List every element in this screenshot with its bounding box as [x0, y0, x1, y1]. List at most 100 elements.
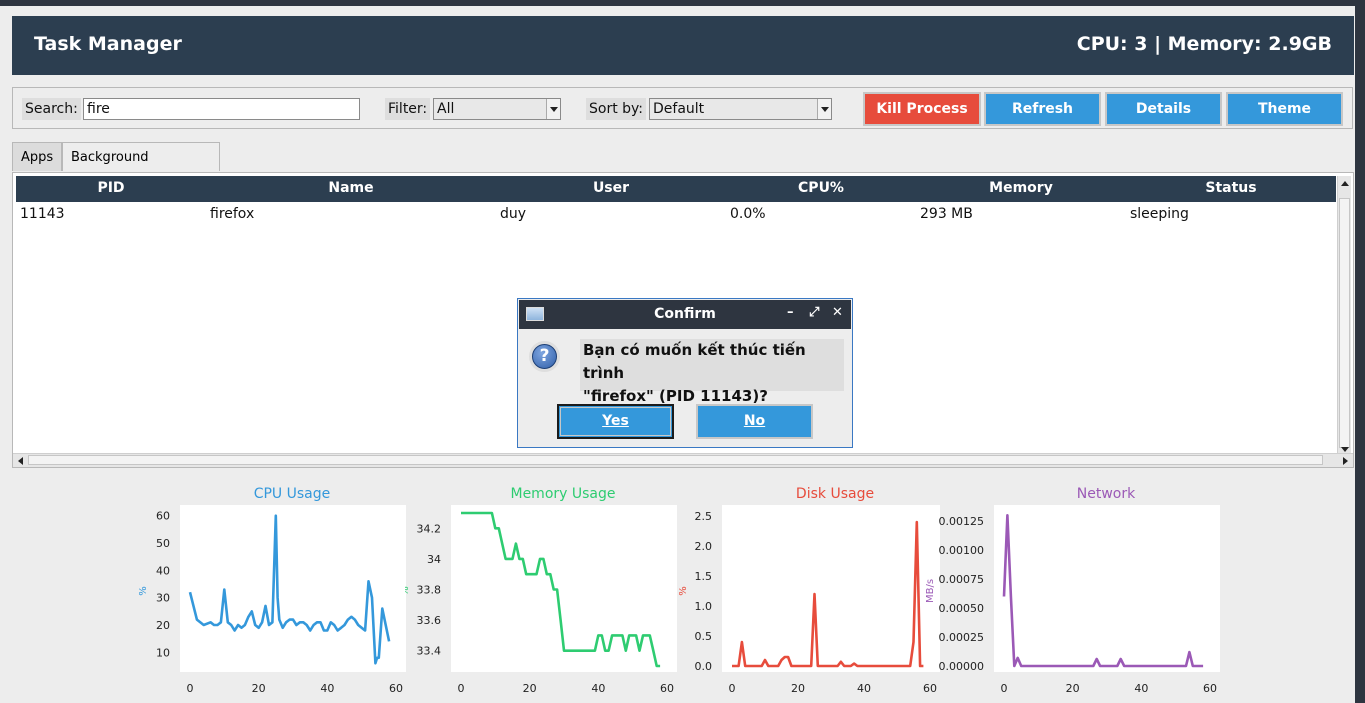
no-button[interactable]: No: [696, 404, 813, 439]
disk-chart: 0 20 40 600.00.51.01.52.02.5%: [678, 505, 940, 695]
memory-xtick-2: 40: [591, 682, 605, 695]
column-header-cpu[interactable]: CPU%: [726, 180, 916, 196]
cell-memory: 293 MB: [920, 206, 973, 222]
memory-ytick-4: 34.2: [417, 522, 442, 535]
minimize-icon[interactable]: –: [787, 305, 794, 320]
chevron-down-icon: [817, 99, 831, 119]
scroll-left-icon[interactable]: [15, 455, 27, 466]
disk-ytick-3: 1.5: [695, 570, 713, 583]
disk-plot-area: [722, 505, 940, 672]
memory-ylabel: %: [405, 586, 411, 596]
disk-xtick-0: 0: [729, 682, 736, 695]
disk-ytick-5: 2.5: [695, 510, 713, 523]
tab-apps[interactable]: Apps: [12, 142, 62, 171]
cpu-plot-area: [180, 505, 406, 672]
cell-cpu: 0.0%: [730, 206, 766, 222]
cpu-ylabel: %: [138, 586, 149, 596]
network-ylabel: MB/s: [925, 579, 936, 603]
task-manager-window: Task Manager CPU: 3 | Memory: 2.9GB Sear…: [0, 6, 1355, 703]
search-input[interactable]: fire: [83, 98, 360, 120]
cpu-xtick-0: 0: [187, 682, 194, 695]
memory-xtick-1: 20: [523, 682, 537, 695]
network-ytick-0: 0.00000: [939, 660, 985, 673]
scroll-up-icon[interactable]: [1339, 178, 1350, 190]
theme-button[interactable]: Theme: [1226, 92, 1343, 126]
table-header: PID Name User CPU% Memory Status: [16, 176, 1336, 202]
chevron-down-icon: [546, 99, 560, 119]
dialog-message-line1: Bạn có muốn kết thúc tiến trình: [583, 341, 806, 382]
cell-name: firefox: [210, 206, 255, 222]
search-label: Search:: [22, 98, 81, 120]
memory-chart: 0 20 40 60 33.4 33.6 33.8 34 34.2%: [405, 505, 677, 695]
sort-select[interactable]: Default: [649, 98, 832, 120]
cpu-ytick-3: 40: [156, 564, 170, 577]
filter-value: All: [437, 101, 455, 117]
cpu-ytick-0: 10: [156, 646, 170, 659]
column-header-status[interactable]: Status: [1126, 180, 1336, 196]
app-header: Task Manager CPU: 3 | Memory: 2.9GB: [12, 16, 1354, 75]
sort-value: Default: [653, 101, 705, 117]
network-plot-area: [994, 505, 1220, 672]
network-xtick-3: 60: [1203, 682, 1217, 695]
vertical-scrollbar[interactable]: [1337, 176, 1351, 458]
disk-xtick-1: 20: [791, 682, 805, 695]
network-ytick-3: 0.00075: [939, 573, 985, 586]
network-ytick-2: 0.00050: [939, 602, 985, 615]
dialog-titlebar[interactable]: Confirm – ⤢ ✕: [519, 300, 851, 329]
dialog-message: Bạn có muốn kết thúc tiến trình "firefox…: [580, 339, 844, 405]
horizontal-scrollbar[interactable]: [13, 453, 1353, 467]
column-header-name[interactable]: Name: [206, 180, 496, 196]
disk-ytick-4: 2.0: [695, 540, 713, 553]
disk-xtick-2: 40: [857, 682, 871, 695]
system-stats: CPU: 3 | Memory: 2.9GB: [1076, 33, 1332, 55]
network-xtick-1: 20: [1066, 682, 1080, 695]
yes-button[interactable]: Yes: [557, 404, 674, 439]
memory-xtick-3: 60: [660, 682, 674, 695]
confirm-dialog: Confirm – ⤢ ✕ ? Bạn có muốn kết thúc tiế…: [517, 298, 853, 448]
network-xtick-0: 0: [1001, 682, 1008, 695]
memory-ytick-0: 33.4: [417, 645, 442, 658]
network-chart: 0 20 40 60 0.00000 0.00025 0.00050 0.00075 0.001…: [925, 505, 1220, 695]
network-ytick-4: 0.00100: [939, 544, 985, 557]
cpu-xtick-1: 20: [252, 682, 266, 695]
network-xtick-2: 40: [1134, 682, 1148, 695]
details-button[interactable]: Details: [1105, 92, 1222, 126]
scroll-right-icon[interactable]: [1339, 455, 1351, 466]
disk-ylabel: %: [678, 586, 689, 596]
app-title: Task Manager: [34, 33, 182, 55]
filter-label: Filter:: [385, 98, 431, 120]
maximize-icon[interactable]: ⤢: [809, 305, 819, 320]
kill-process-button[interactable]: Kill Process: [863, 92, 981, 126]
cpu-ytick-4: 50: [156, 537, 170, 550]
filter-select[interactable]: All: [433, 98, 561, 120]
column-header-pid[interactable]: PID: [16, 180, 206, 196]
cell-status: sleeping: [1130, 206, 1189, 222]
network-ytick-5: 0.00125: [939, 515, 985, 528]
vertical-scroll-thumb[interactable]: [1339, 198, 1350, 448]
disk-ytick-0: 0.0: [695, 660, 713, 673]
column-header-memory[interactable]: Memory: [916, 180, 1126, 196]
cell-user: duy: [500, 206, 527, 222]
memory-ytick-1: 33.6: [417, 614, 442, 627]
question-icon: ?: [529, 341, 560, 372]
memory-xtick-0: 0: [458, 682, 465, 695]
cpu-xtick-2: 40: [320, 682, 334, 695]
cell-pid: 11143: [20, 206, 65, 222]
cpu-ytick-2: 30: [156, 592, 170, 605]
tab-background-processes[interactable]: Background Processes: [62, 142, 220, 194]
memory-ytick-3: 34: [427, 553, 441, 566]
sort-label: Sort by:: [586, 98, 647, 120]
refresh-button[interactable]: Refresh: [984, 92, 1101, 126]
network-ytick-1: 0.00025: [939, 631, 985, 644]
memory-ytick-2: 33.8: [417, 584, 442, 597]
close-icon[interactable]: ✕: [832, 305, 843, 320]
cpu-chart: 0 20 40 60 10 20 30 40 50 60%: [138, 505, 406, 695]
horizontal-scroll-thumb[interactable]: [28, 455, 1323, 465]
disk-ytick-1: 0.5: [695, 630, 713, 643]
cpu-xtick-3: 60: [389, 682, 403, 695]
cpu-ytick-1: 20: [156, 619, 170, 632]
dialog-title: Confirm: [654, 306, 716, 322]
toolbar: Search: fire Filter: All Sort by: Defaul…: [12, 87, 1353, 129]
disk-ytick-2: 1.0: [695, 600, 713, 613]
column-header-user[interactable]: User: [496, 180, 726, 196]
